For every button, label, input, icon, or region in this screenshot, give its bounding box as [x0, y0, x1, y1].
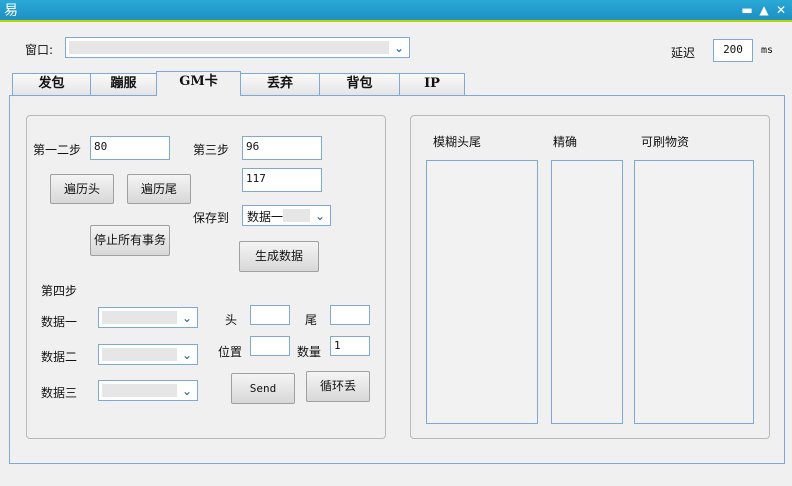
quantity-label: 数量 [297, 345, 322, 359]
client-area: 窗口: ⌄ 延迟 200 ms 发包 蹦服 GM卡 丢弃 背包 IP 第一二步 … [0, 24, 792, 486]
tab-discard[interactable]: 丢弃 [240, 73, 320, 95]
minimize-icon[interactable]: ▬ [739, 2, 755, 18]
save-to-select[interactable]: 数据一 ⌄ [242, 205, 331, 226]
chevron-down-icon[interactable]: ⌄ [179, 346, 195, 363]
tail-label: 尾 [305, 313, 318, 327]
head-input[interactable] [250, 305, 290, 325]
position-input[interactable] [250, 336, 290, 356]
brushable-list[interactable] [634, 160, 754, 424]
tab-ip[interactable]: IP [399, 73, 465, 95]
data2-label: 数据二 [41, 350, 78, 364]
tab-backpack[interactable]: 背包 [319, 73, 400, 95]
fuzzy-tail-list[interactable] [426, 160, 538, 424]
exact-label: 精确 [553, 135, 578, 149]
chevron-down-icon[interactable]: ⌄ [312, 207, 328, 224]
data2-select[interactable]: ⌄ [98, 344, 198, 365]
send-button[interactable]: Send [231, 373, 295, 404]
tab-panel-gm-card: 第一二步 80 第三步 96 117 遍历头 遍历尾 保存到 数据一 ⌄ 停止所… [9, 95, 785, 464]
step4-label: 第四步 [41, 284, 78, 298]
window-label: 窗口: [25, 43, 54, 57]
delay-label: 延迟 [671, 46, 696, 60]
tab-crash-server[interactable]: 蹦服 [90, 73, 157, 95]
save-to-value: 数据一 [247, 210, 284, 224]
fuzzy-tail-label: 模糊头尾 [433, 135, 482, 149]
loop-drop-button[interactable]: 循环丢 [306, 371, 370, 402]
head-label: 头 [225, 313, 238, 327]
delay-input[interactable]: 200 [713, 39, 753, 62]
save-to-label: 保存到 [193, 211, 230, 225]
results-group: 模糊头尾 精确 可刷物资 [410, 115, 770, 439]
steps-group: 第一二步 80 第三步 96 117 遍历头 遍历尾 保存到 数据一 ⌄ 停止所… [26, 115, 386, 439]
title-bar: 易 ▬ ▲ ✕ [0, 0, 792, 22]
brushable-label: 可刷物资 [641, 135, 690, 149]
tab-send-packet[interactable]: 发包 [12, 73, 91, 95]
chevron-down-icon[interactable]: ⌄ [179, 309, 195, 326]
maximize-icon[interactable]: ▲ [756, 2, 772, 18]
position-label: 位置 [218, 345, 243, 359]
data3-label: 数据三 [41, 386, 78, 400]
window-select[interactable]: ⌄ [65, 37, 410, 58]
data1-select[interactable]: ⌄ [98, 307, 198, 328]
traverse-head-button[interactable]: 遍历头 [50, 174, 114, 204]
close-icon[interactable]: ✕ [773, 2, 789, 18]
app-icon: 易 [4, 3, 18, 19]
tab-gm-card[interactable]: GM卡 [156, 71, 241, 96]
step12-input[interactable]: 80 [90, 136, 170, 160]
step3-label: 第三步 [193, 143, 230, 157]
chevron-down-icon[interactable]: ⌄ [179, 382, 195, 399]
delay-unit: ms [761, 45, 774, 56]
data1-label: 数据一 [41, 315, 78, 329]
generate-data-button[interactable]: 生成数据 [239, 241, 319, 272]
traverse-tail-button[interactable]: 遍历尾 [127, 174, 191, 204]
data3-select[interactable]: ⌄ [98, 380, 198, 401]
quantity-input[interactable]: 1 [330, 336, 370, 356]
step12-label: 第一二步 [33, 143, 82, 157]
tail-input[interactable] [330, 305, 370, 325]
stop-all-button[interactable]: 停止所有事务 [90, 225, 170, 256]
exact-list[interactable] [551, 160, 623, 424]
step3-input-2[interactable]: 117 [242, 168, 322, 192]
window-select-value [69, 41, 389, 54]
step3-input-1[interactable]: 96 [242, 136, 322, 160]
chevron-down-icon[interactable]: ⌄ [391, 39, 407, 56]
